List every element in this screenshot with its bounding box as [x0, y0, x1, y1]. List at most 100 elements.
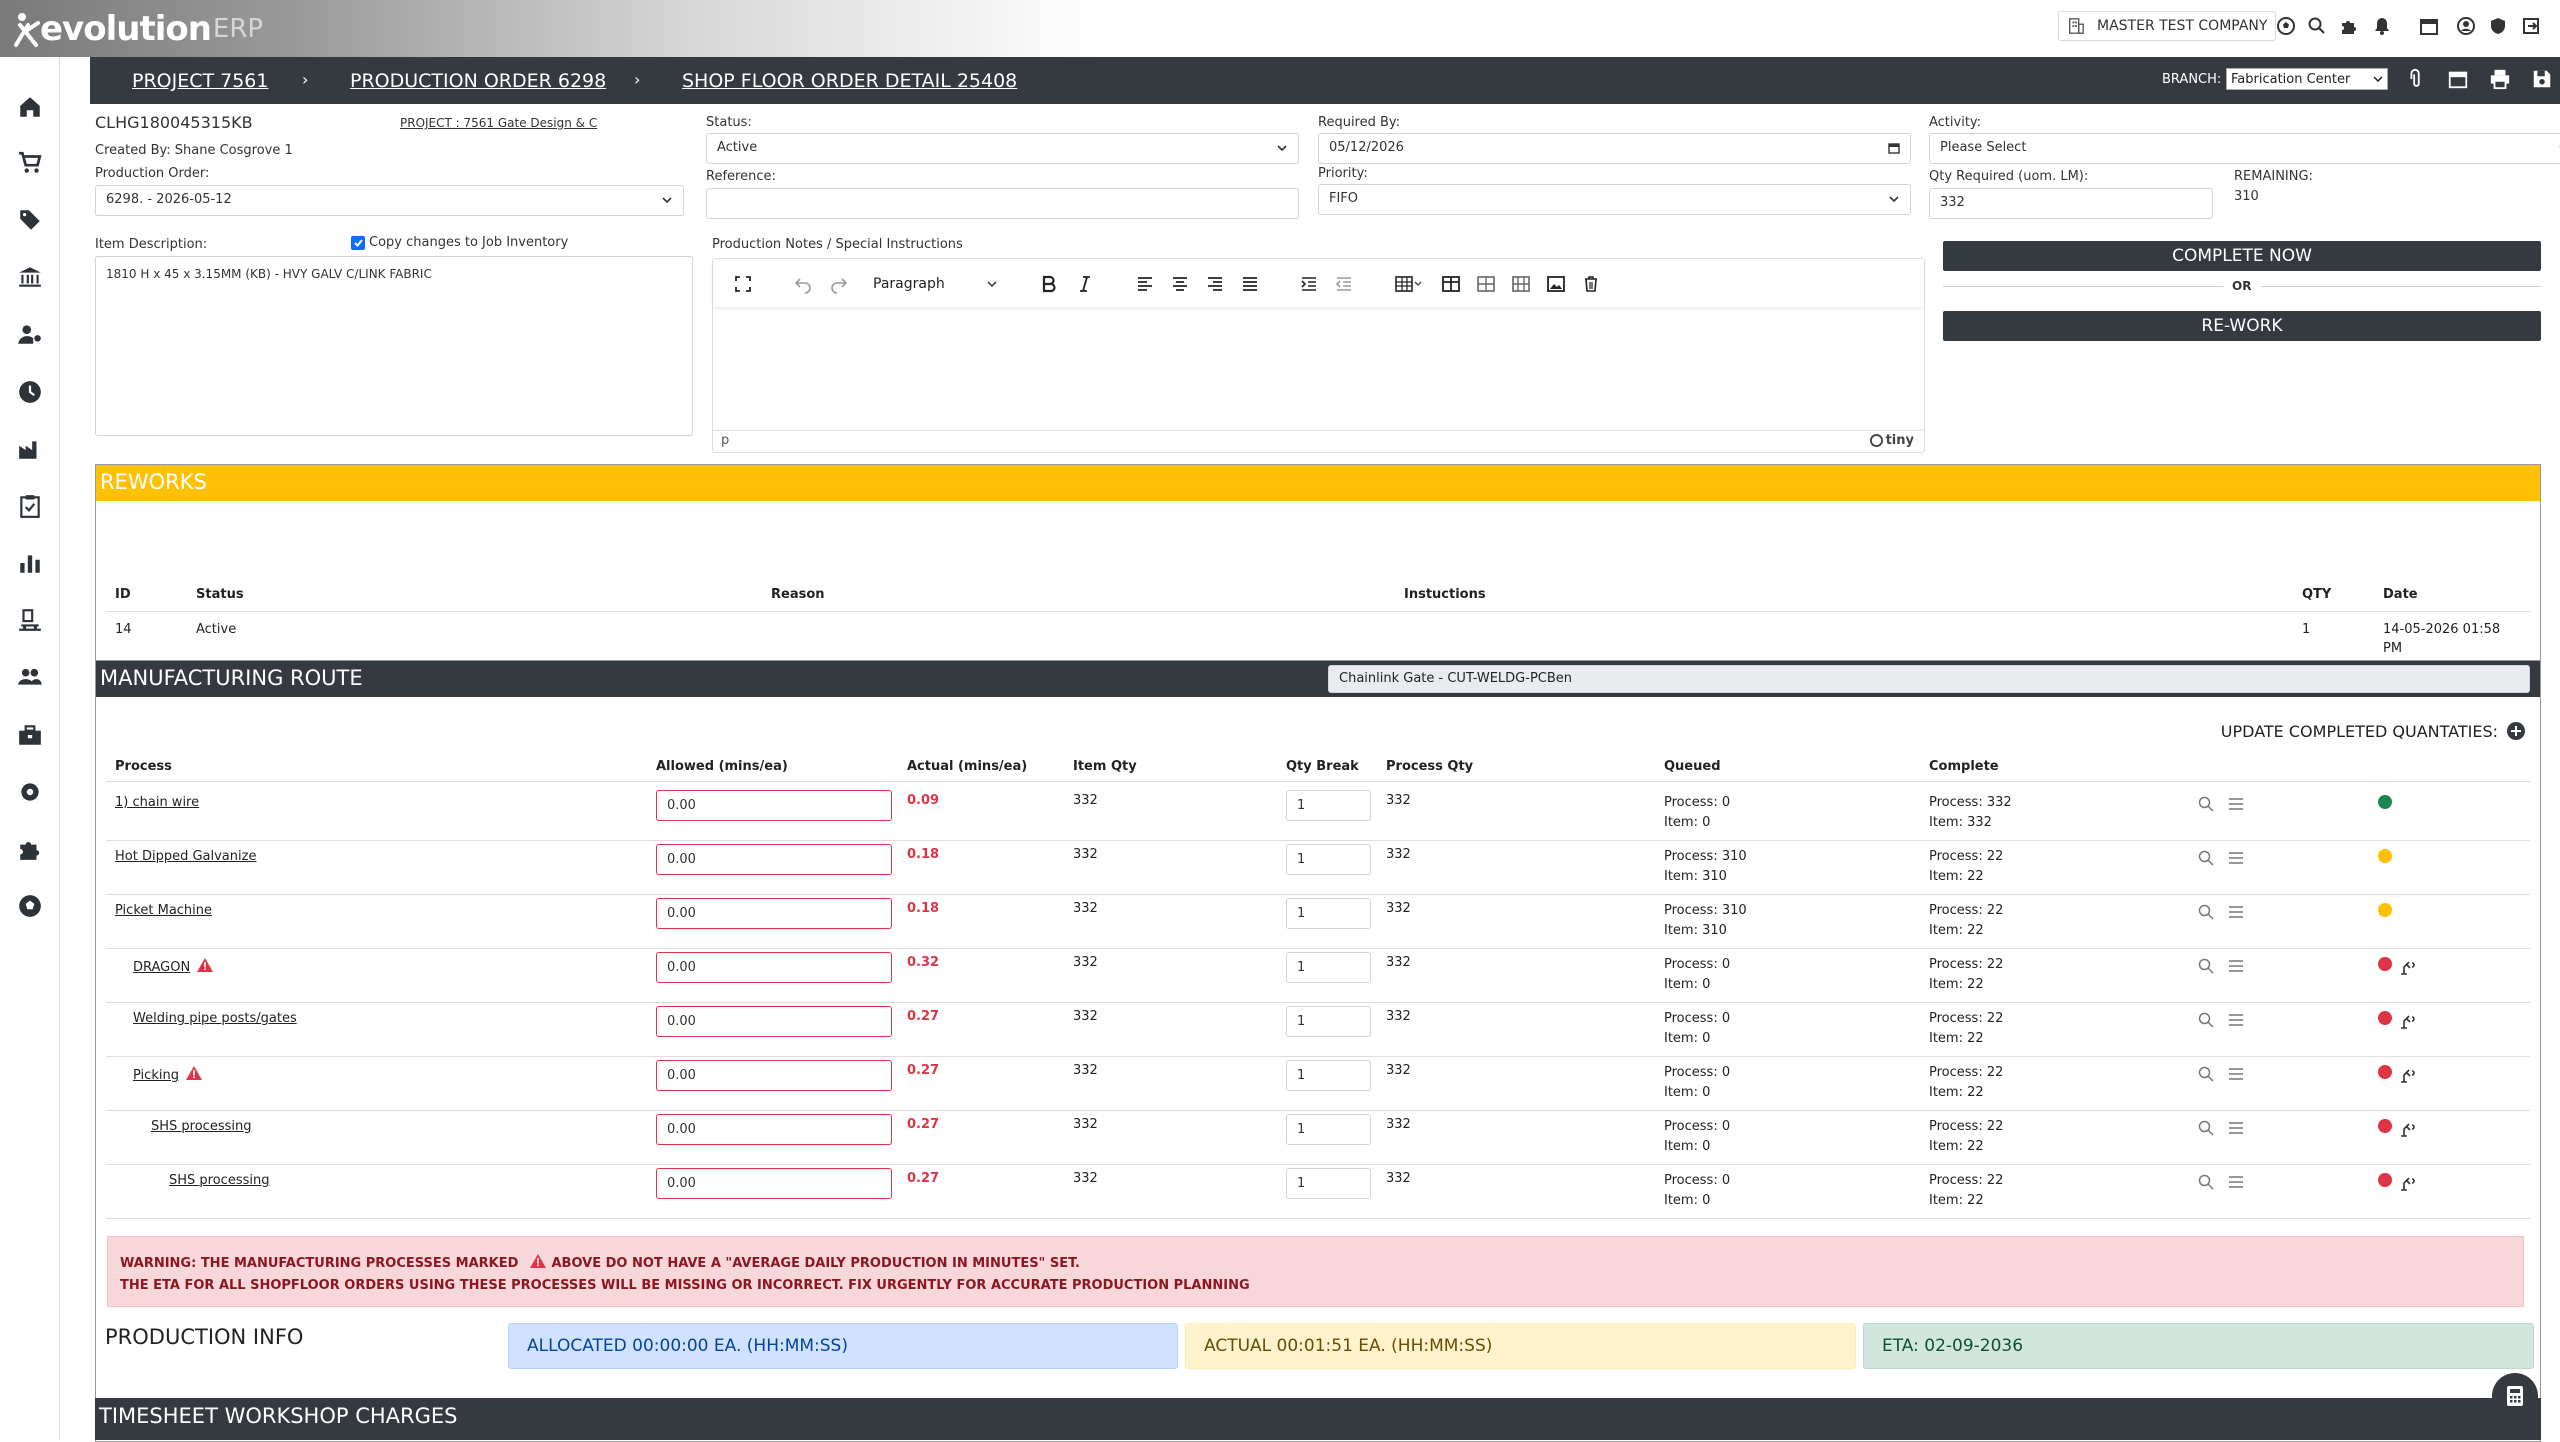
- cart-icon[interactable]: [15, 148, 45, 178]
- search-icon[interactable]: [2197, 903, 2217, 923]
- home-icon[interactable]: [15, 92, 45, 122]
- machine-icon[interactable]: [2398, 1175, 2418, 1195]
- search-icon[interactable]: [2197, 957, 2217, 977]
- process-name[interactable]: Picking: [133, 1065, 203, 1083]
- notes-editor[interactable]: Paragraph p tiny: [712, 258, 1925, 453]
- bank-icon[interactable]: [15, 262, 45, 292]
- calculator-button[interactable]: [2492, 1373, 2538, 1419]
- allowed-input[interactable]: 0.00: [656, 1060, 892, 1091]
- search-icon[interactable]: [2197, 1173, 2217, 1193]
- puzzle-icon[interactable]: [15, 834, 45, 864]
- complete-now-button[interactable]: COMPLETE NOW: [1943, 241, 2541, 271]
- soccer-ball-icon[interactable]: [15, 891, 45, 921]
- align-left-icon[interactable]: [1133, 272, 1157, 296]
- clock-icon[interactable]: [15, 377, 45, 407]
- qty-break-input[interactable]: 1: [1286, 844, 1371, 875]
- priority-select[interactable]: FIFO: [1318, 184, 1911, 215]
- qty-break-input[interactable]: 1: [1286, 1168, 1371, 1199]
- qty-break-input[interactable]: 1: [1286, 898, 1371, 929]
- bell-icon[interactable]: [2371, 15, 2393, 37]
- redo-icon[interactable]: [827, 272, 851, 296]
- align-right-icon[interactable]: [1203, 272, 1227, 296]
- table-col-icon[interactable]: [1509, 272, 1533, 296]
- item-description-textarea[interactable]: 1810 H x 45 x 3.15MM (KB) - HVY GALV C/L…: [95, 256, 693, 436]
- process-name[interactable]: 1) chain wire: [115, 795, 199, 810]
- qty-break-input[interactable]: 1: [1286, 1060, 1371, 1091]
- allowed-input[interactable]: 0.00: [656, 952, 892, 983]
- fullscreen-icon[interactable]: [731, 272, 755, 296]
- print-icon[interactable]: [2489, 68, 2513, 92]
- activity-select[interactable]: Please Select: [1929, 133, 2560, 164]
- process-name[interactable]: Picket Machine: [115, 903, 212, 918]
- user-circle-icon[interactable]: [2455, 15, 2477, 37]
- machine-icon[interactable]: [2398, 1067, 2418, 1087]
- breadcrumb-production-order[interactable]: PRODUCTION ORDER 6298: [350, 70, 606, 92]
- bar-chart-icon[interactable]: [15, 548, 45, 578]
- qty-break-input[interactable]: 1: [1286, 952, 1371, 983]
- copy-changes-checkbox[interactable]: [351, 235, 365, 250]
- toolbox-icon[interactable]: [15, 720, 45, 750]
- list-icon[interactable]: [2227, 795, 2247, 815]
- search-icon[interactable]: [2197, 849, 2217, 869]
- user-settings-icon[interactable]: [15, 319, 45, 349]
- logout-icon[interactable]: [2520, 15, 2542, 37]
- allowed-input[interactable]: 0.00: [656, 898, 892, 929]
- table-icon[interactable]: [1391, 272, 1427, 296]
- list-icon[interactable]: [2227, 1065, 2247, 1085]
- machine-icon[interactable]: [2398, 1121, 2418, 1141]
- machine-icon[interactable]: [2398, 959, 2418, 979]
- list-icon[interactable]: [2227, 957, 2247, 977]
- calendar-icon[interactable]: [2447, 68, 2471, 92]
- company-selector[interactable]: MASTER TEST COMPANY: [2058, 11, 2277, 41]
- search-icon[interactable]: [2306, 15, 2328, 37]
- align-justify-icon[interactable]: [1238, 272, 1262, 296]
- allowed-input[interactable]: 0.00: [656, 790, 892, 821]
- list-icon[interactable]: [2227, 849, 2247, 869]
- calendar-icon[interactable]: [1888, 142, 1900, 154]
- production-order-select[interactable]: 6298. - 2026-05-12: [95, 185, 684, 216]
- breadcrumb-project[interactable]: PROJECT 7561: [132, 70, 269, 92]
- align-center-icon[interactable]: [1168, 272, 1192, 296]
- allowed-input[interactable]: 0.00: [656, 844, 892, 875]
- allowed-input[interactable]: 0.00: [656, 1168, 892, 1199]
- list-icon[interactable]: [2227, 903, 2247, 923]
- logo[interactable]: evolution ERP: [12, 9, 263, 49]
- save-icon[interactable]: [2531, 68, 2555, 92]
- tiny-logo[interactable]: tiny: [1869, 433, 1914, 448]
- search-icon[interactable]: [2197, 1065, 2217, 1085]
- process-name[interactable]: SHS processing: [169, 1173, 269, 1188]
- process-name[interactable]: Hot Dipped Galvanize: [115, 849, 256, 864]
- factory-icon[interactable]: [15, 434, 45, 464]
- shield-icon[interactable]: [2487, 15, 2509, 37]
- reference-input[interactable]: [706, 188, 1299, 219]
- process-name[interactable]: DRAGON: [133, 957, 214, 975]
- image-icon[interactable]: [1544, 272, 1568, 296]
- undo-icon[interactable]: [791, 272, 815, 296]
- indent-icon[interactable]: [1297, 272, 1321, 296]
- delivery-icon[interactable]: [15, 605, 45, 635]
- process-name[interactable]: Welding pipe posts/gates: [133, 1011, 297, 1026]
- project-link[interactable]: PROJECT : 7561 Gate Design & C: [400, 116, 597, 130]
- process-name[interactable]: SHS processing: [151, 1119, 251, 1134]
- status-select[interactable]: Active: [706, 133, 1299, 164]
- qty-break-input[interactable]: 1: [1286, 1114, 1371, 1145]
- qty-required-input[interactable]: 332: [1929, 188, 2213, 219]
- outdent-icon[interactable]: [1332, 272, 1356, 296]
- bold-icon[interactable]: [1037, 272, 1061, 296]
- required-by-date-input[interactable]: 05/12/2026: [1318, 133, 1911, 164]
- tag-icon[interactable]: [15, 205, 45, 235]
- list-icon[interactable]: [2227, 1173, 2247, 1193]
- qty-break-input[interactable]: 1: [1286, 790, 1371, 821]
- gear-icon[interactable]: [15, 777, 45, 807]
- table-row-icon[interactable]: [1474, 272, 1498, 296]
- allowed-input[interactable]: 0.00: [656, 1114, 892, 1145]
- list-icon[interactable]: [2227, 1119, 2247, 1139]
- puzzle-icon[interactable]: [2338, 15, 2360, 37]
- allowed-input[interactable]: 0.00: [656, 1006, 892, 1037]
- block-format-select[interactable]: Paragraph: [873, 273, 998, 295]
- search-icon[interactable]: [2197, 1119, 2217, 1139]
- route-name-field[interactable]: Chainlink Gate - CUT-WELDG-PCBen: [1328, 665, 2530, 693]
- machine-icon[interactable]: [2398, 1013, 2418, 1033]
- plus-circle-icon[interactable]: [2506, 721, 2526, 741]
- paperclip-icon[interactable]: [2405, 68, 2429, 92]
